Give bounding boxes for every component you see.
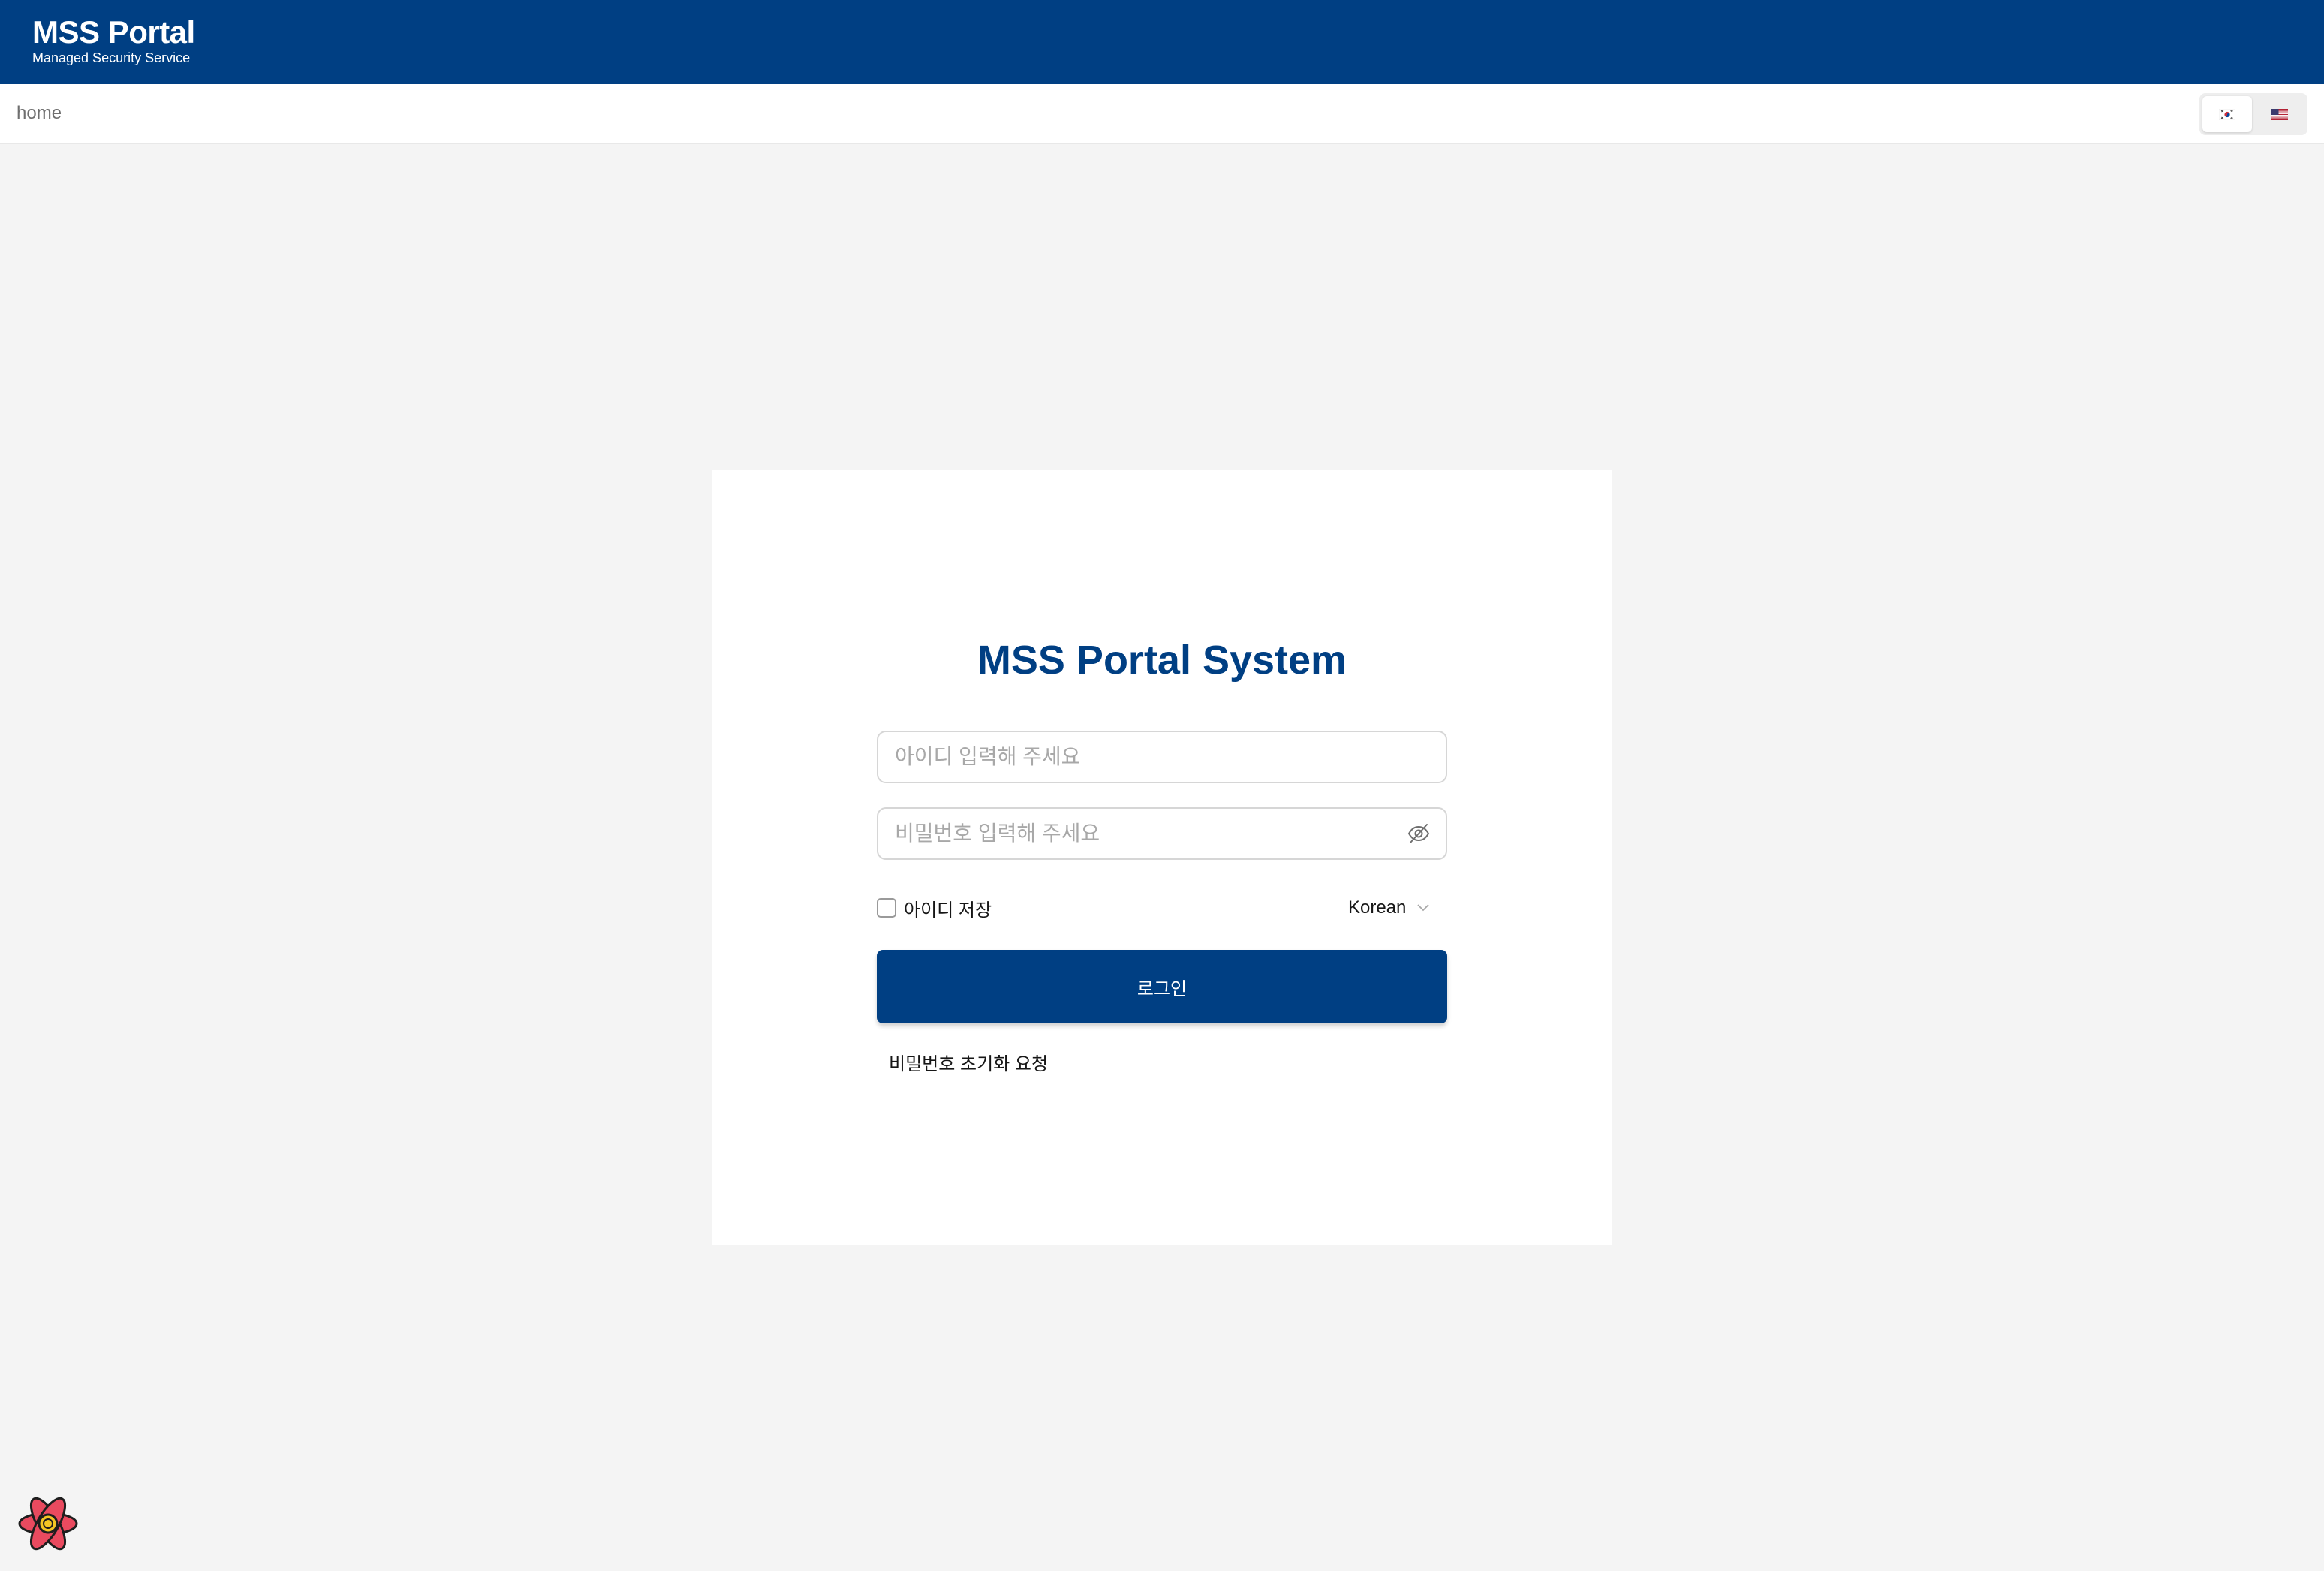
remember-id[interactable]: 아이디 저장 <box>877 893 992 923</box>
nav-bar: home <box>0 84 2324 144</box>
remember-id-checkbox[interactable] <box>877 898 896 918</box>
password-field[interactable] <box>877 807 1447 860</box>
brand-logo[interactable]: MSS Portal Managed Security Service <box>32 15 195 66</box>
lang-korean-button[interactable] <box>2202 96 2252 132</box>
react-logo-icon[interactable] <box>17 1492 80 1555</box>
us-flag-icon <box>2271 108 2288 120</box>
top-header: MSS Portal Managed Security Service <box>0 0 2324 84</box>
eye-off-icon[interactable] <box>1407 822 1431 845</box>
remember-id-label: 아이디 저장 <box>904 900 992 921</box>
language-select-value: Korean <box>1348 897 1407 918</box>
reset-password-link[interactable]: 비밀번호 초기화 요청 <box>889 1053 1048 1076</box>
breadcrumb-home[interactable]: home <box>17 102 62 125</box>
user-id-field[interactable] <box>877 731 1447 783</box>
brand-title: MSS Portal <box>32 14 195 50</box>
password-input[interactable] <box>895 809 1405 858</box>
login-button[interactable]: 로그인 <box>877 950 1447 1023</box>
lang-english-button[interactable] <box>2255 96 2304 132</box>
user-id-input[interactable] <box>895 732 1405 782</box>
korea-flag-icon <box>2219 108 2235 120</box>
chevron-down-icon <box>1417 904 1430 912</box>
login-title: MSS Portal System <box>977 638 1347 683</box>
language-toggle <box>2199 93 2307 135</box>
login-card: MSS Portal System 아이디 저장 Korean 로그인 비밀번호… <box>712 470 1612 1245</box>
language-select[interactable]: Korean <box>1348 893 1430 923</box>
brand-subtitle: Managed Security Service <box>32 50 191 65</box>
